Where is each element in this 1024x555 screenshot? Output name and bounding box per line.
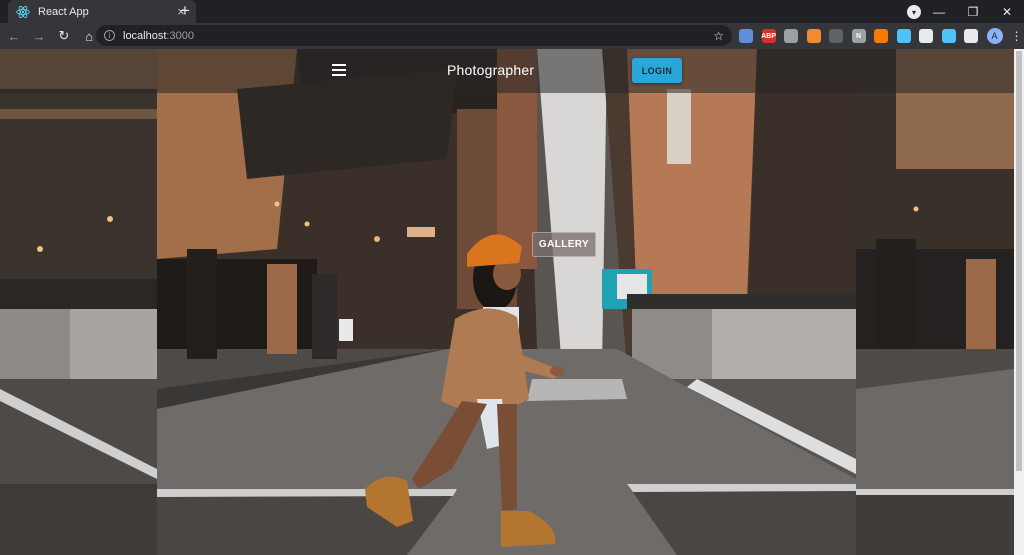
tab-strip: React App × + ▾ — ❐ ✕ [0,0,1024,23]
forward-icon[interactable]: → [28,25,50,47]
profile-avatar[interactable]: A [986,28,1003,44]
login-button[interactable]: LOGIN [632,58,682,83]
picture-extension-icon[interactable] [874,29,888,43]
react-favicon-icon [16,5,30,18]
puzzle-robot-extension-icon[interactable] [829,29,843,43]
puzzle-extension-icon[interactable] [964,29,978,43]
browser-menu-icon[interactable]: ⋮ [1011,29,1023,43]
bookmark-star-icon[interactable]: ☆ [713,29,724,43]
page-scrollbar[interactable] [1014,49,1024,555]
page-viewport: Photographer LOGIN GALLERY [0,49,1014,555]
adblock-extension-icon[interactable]: ABP [761,29,776,43]
gallery-button[interactable]: GALLERY [532,232,596,257]
window-controls: — ❐ ✕ [922,0,1024,23]
scrollbar-thumb[interactable] [1016,51,1022,471]
hero-photo [157,49,856,555]
link-extension-icon[interactable] [941,29,956,43]
back-icon[interactable]: ← [3,25,25,47]
url-host: localhost [123,29,167,42]
extensions-area: ABP N A ⋮ [739,27,1023,45]
tab-search-icon[interactable]: ▾ [907,5,921,19]
app-header: Photographer LOGIN [0,49,1014,93]
arrow-extension-icon[interactable] [806,29,821,43]
brand-title: Photographer [447,62,535,78]
hamburger-menu-icon[interactable] [332,64,346,76]
background-photo-right [856,49,1014,555]
close-window-button[interactable]: ✕ [990,0,1024,23]
new-tab-button[interactable]: + [176,2,194,20]
browser-tab-react-app[interactable]: React App × [8,0,196,23]
camera-extension-icon[interactable] [896,29,911,43]
tab-title: React App [38,5,89,18]
background-photo-left [0,49,157,555]
address-bar[interactable]: i localhost:3000 ☆ [96,25,732,46]
url-port: :3000 [166,29,194,42]
browser-toolbar: ← → ↻ ⌂ i localhost:3000 ☆ ABP N A ⋮ [0,23,1024,49]
flag-extension-icon[interactable] [919,29,933,43]
reload-icon[interactable]: ↻ [53,25,75,47]
stopwatch-extension-icon[interactable] [784,29,798,43]
globe-extension-icon[interactable] [739,29,753,43]
n-extension-icon[interactable]: N [851,29,866,43]
site-info-icon[interactable]: i [104,30,115,41]
minimize-button[interactable]: — [922,0,956,23]
restore-button[interactable]: ❐ [956,0,990,23]
